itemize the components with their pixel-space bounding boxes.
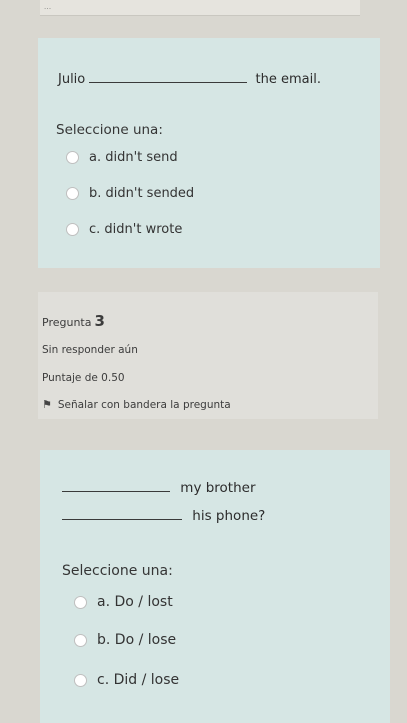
option-label: b. didn't sended	[89, 186, 195, 201]
option-a[interactable]: a. didn't send	[66, 150, 178, 165]
radio-button[interactable]	[74, 595, 87, 609]
select-one-prompt: Seleccione una:	[56, 122, 163, 138]
option-label: a. didn't send	[89, 150, 178, 165]
question-card-previous: Julio the email. Seleccione una: a. didn…	[38, 38, 380, 268]
score-text: Puntaje de 0.50	[42, 372, 125, 384]
line1-rest: my brother	[180, 480, 256, 496]
radio-button[interactable]	[66, 187, 79, 200]
option-c[interactable]: c. didn't wrote	[66, 222, 182, 237]
radio-button[interactable]	[74, 673, 87, 687]
answer-blank-2	[62, 519, 182, 520]
flag-question-link[interactable]: ⚑ Señalar con bandera la pregunta	[42, 398, 231, 411]
select-one-prompt: Seleccione una:	[62, 563, 173, 579]
question-label: Pregunta	[42, 316, 92, 329]
answer-blank-1	[62, 491, 170, 492]
option-label: a. Do / lost	[97, 594, 173, 610]
question-info-panel: Pregunta 3 Sin responder aún Puntaje de 0…	[38, 292, 378, 419]
stem-rest: the email.	[255, 72, 321, 87]
option-b[interactable]: b. Do / lose	[74, 632, 176, 648]
radio-button[interactable]	[66, 151, 79, 164]
stem-subject: Julio	[58, 72, 86, 87]
question-card-3: my brother his phone? Seleccione una: a.…	[40, 450, 390, 723]
radio-button[interactable]	[66, 223, 79, 236]
question-number: Pregunta 3	[42, 312, 105, 330]
line2-rest: his phone?	[192, 508, 266, 524]
question-stem: Julio the email.	[58, 72, 321, 87]
option-label: b. Do / lose	[97, 632, 177, 648]
option-label: c. Did / lose	[97, 672, 180, 688]
answer-status: Sin responder aún	[42, 344, 138, 356]
option-b[interactable]: b. didn't sended	[66, 186, 194, 201]
option-c[interactable]: c. Did / lose	[74, 672, 179, 688]
question-line-2: his phone?	[62, 508, 265, 524]
page-top-strip: ...	[40, 0, 360, 16]
flag-icon: ⚑	[42, 398, 52, 411]
question-line-1: my brother	[62, 480, 256, 496]
question-number-value: 3	[94, 312, 105, 330]
radio-button[interactable]	[74, 633, 87, 647]
option-label: c. didn't wrote	[89, 222, 183, 237]
answer-blank	[89, 82, 248, 83]
flag-label: Señalar con bandera la pregunta	[57, 399, 231, 411]
option-a[interactable]: a. Do / lost	[74, 594, 173, 610]
